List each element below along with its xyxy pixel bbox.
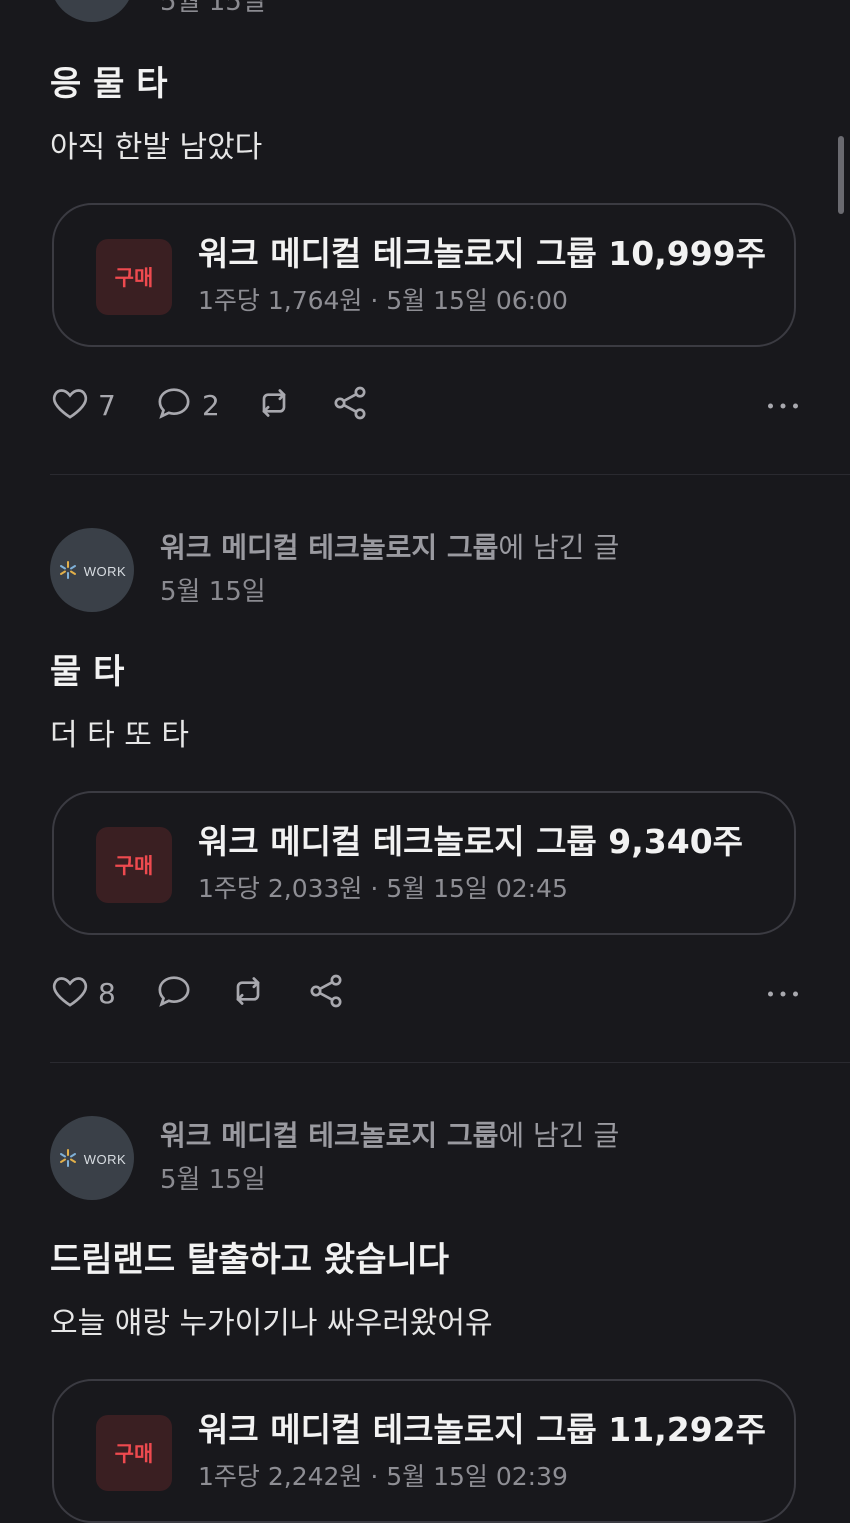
work-logo-icon: WORK: [58, 560, 126, 580]
like-button[interactable]: 8: [50, 968, 116, 1018]
trade-card[interactable]: 구매 워크 메디컬 테크놀로지 그룹 10,999주 1주당 1,764원 · …: [52, 203, 796, 347]
like-count: 7: [98, 388, 116, 422]
trade-subtitle: 1주당 2,033원 · 5월 15일 02:45: [198, 874, 568, 903]
trade-subtitle: 1주당 2,242원 · 5월 15일 02:39: [198, 1462, 568, 1491]
buy-badge: 구매: [96, 827, 172, 903]
author-suffix: 에 남긴 글: [498, 1119, 620, 1152]
post-body: 아직 한발 남았다: [50, 130, 263, 165]
more-icon: [766, 396, 800, 415]
trade-subtitle: 1주당 1,764원 · 5월 15일 06:00: [198, 286, 568, 315]
post-body: 더 타 또 타: [50, 718, 190, 753]
repost-button[interactable]: [228, 968, 268, 1018]
trade-title: 워크 메디컬 테크놀로지 그룹 10,999주: [198, 234, 766, 273]
post-date: 5월 15일: [160, 0, 266, 17]
post-actions: 7 2: [50, 380, 800, 430]
share-icon: [306, 971, 346, 1015]
more-button[interactable]: [766, 968, 800, 1018]
post-actions: 8: [50, 968, 800, 1018]
work-logo-icon: WORK: [58, 1148, 126, 1168]
author-suffix: 에 남긴 글: [498, 531, 620, 564]
trade-title: 워크 메디컬 테크놀로지 그룹 11,292주: [198, 1410, 766, 1449]
post-title: 물 타: [50, 652, 125, 692]
avatar[interactable]: WORK: [50, 1116, 134, 1200]
author-line[interactable]: 워크 메디컬 테크놀로지 그룹에 남긴 글: [160, 528, 619, 568]
more-icon: [766, 984, 800, 1003]
like-button[interactable]: 7: [50, 380, 116, 430]
author-group[interactable]: 워크 메디컬 테크놀로지 그룹: [160, 531, 498, 564]
author-group[interactable]: 워크 메디컬 테크놀로지 그룹: [160, 1119, 498, 1152]
trade-title: 워크 메디컬 테크놀로지 그룹 9,340주: [198, 822, 744, 861]
comment-button[interactable]: 2: [154, 380, 220, 430]
author-line[interactable]: 워크 메디컬 테크놀로지 그룹에 남긴 글: [160, 1116, 619, 1156]
heart-icon: [50, 383, 90, 427]
share-button[interactable]: [330, 380, 370, 430]
buy-badge: 구매: [96, 239, 172, 315]
trade-card[interactable]: 구매 워크 메디컬 테크놀로지 그룹 11,292주 1주당 2,242원 · …: [52, 1379, 796, 1523]
comment-button[interactable]: [154, 968, 194, 1018]
repost-button[interactable]: [254, 380, 294, 430]
post-title: 드림랜드 탈출하고 왔습니다: [50, 1240, 450, 1280]
avatar[interactable]: WORK: [50, 528, 134, 612]
post-date: 5월 15일: [160, 1165, 266, 1195]
avatar[interactable]: [50, 0, 134, 22]
divider: [50, 1062, 850, 1063]
divider: [50, 474, 850, 475]
comment-icon: [154, 971, 194, 1015]
comment-icon: [154, 383, 194, 427]
heart-icon: [50, 971, 90, 1015]
comment-count: 2: [202, 388, 220, 422]
buy-badge: 구매: [96, 1415, 172, 1491]
share-button[interactable]: [306, 968, 346, 1018]
post-title: 응 물 타: [50, 64, 168, 104]
scrollbar[interactable]: [838, 136, 844, 214]
share-icon: [330, 383, 370, 427]
repost-icon: [254, 383, 294, 427]
like-count: 8: [98, 976, 116, 1010]
more-button[interactable]: [766, 380, 800, 430]
post-date: 5월 15일: [160, 577, 266, 607]
trade-card[interactable]: 구매 워크 메디컬 테크놀로지 그룹 9,340주 1주당 2,033원 · 5…: [52, 791, 796, 935]
post-body: 오늘 얘랑 누가이기나 싸우러왔어유: [50, 1306, 493, 1341]
repost-icon: [228, 971, 268, 1015]
